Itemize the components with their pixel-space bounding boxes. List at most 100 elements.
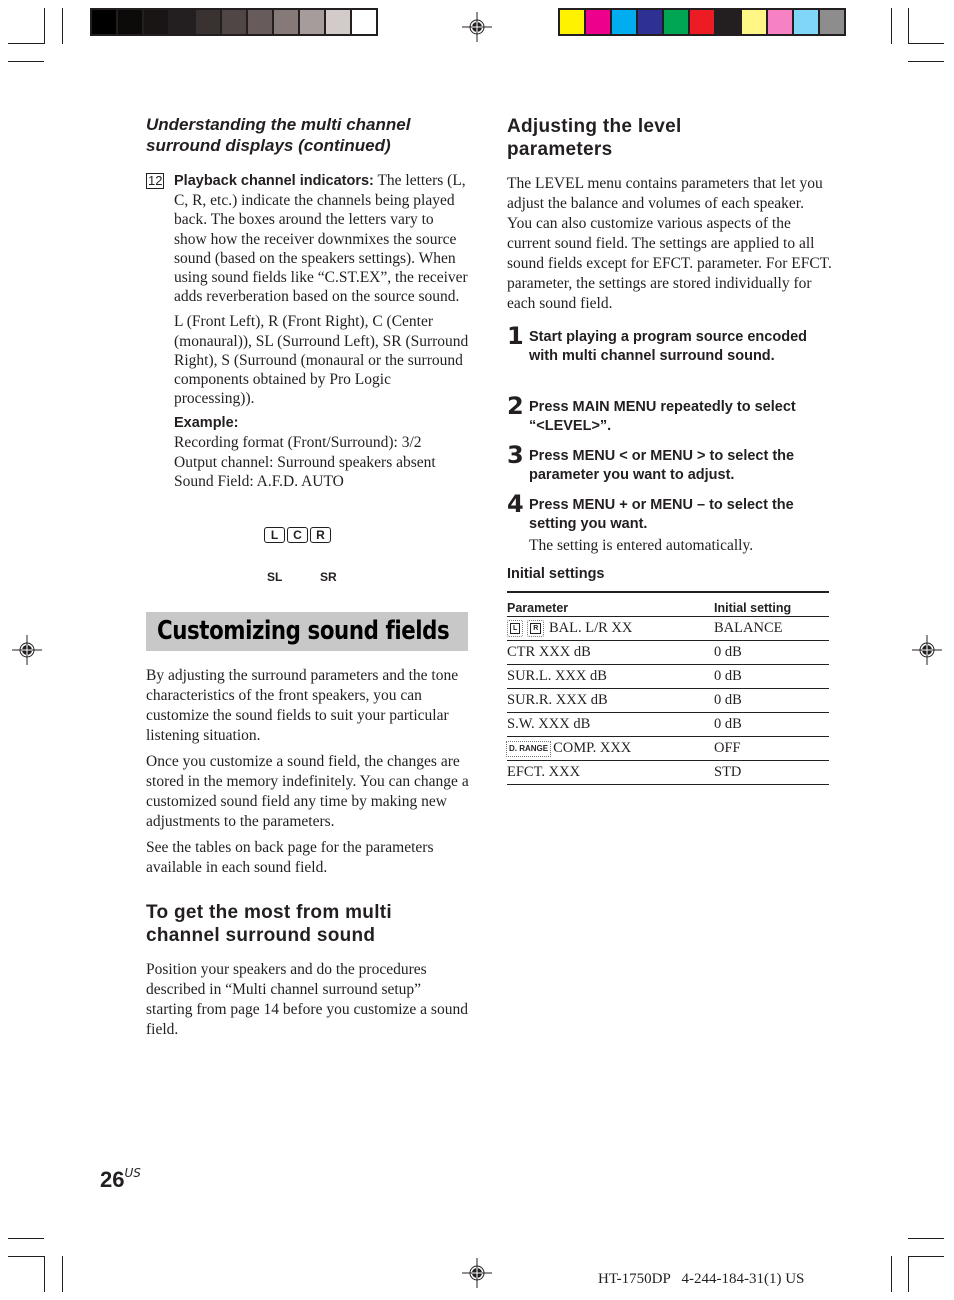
item-label: Playback channel indicators: [174,173,374,189]
crop-mark [908,1238,944,1239]
column-header: Parameter [507,591,714,617]
balance-right-indicator-icon: R [527,620,545,638]
paragraph: By adjusting the surround parameters and… [146,667,459,744]
channel-box-l: L [264,527,285,543]
page-number-value: 26 [100,1167,125,1192]
level-heading: Adjusting the level parameters [507,116,682,160]
color-swatch [664,10,688,34]
step-number: 1 [507,322,524,350]
parameter-name: BAL. L/R XX [548,620,633,636]
table-row: SUR.R. XXX dB 0 dB [507,688,829,713]
color-swatch [222,10,246,34]
registration-mark-icon [462,1258,492,1288]
crop-mark [8,1238,44,1239]
color-swatch [144,10,168,34]
table-row: LR BAL. L/R XX BALANCE [506,616,829,641]
color-swatch [92,10,116,34]
registration-mark-icon [912,635,942,665]
channel-label-sl: SL [267,570,283,584]
color-swatch [300,10,324,34]
example-line: Output channel: Surround speakers absent [174,453,436,471]
color-swatch [170,10,194,34]
setting-cell: 0 dB [714,712,829,737]
color-swatch [638,10,662,34]
item-12: 12 Playback channel indicators: The lett… [146,171,470,491]
crop-mark [8,43,44,44]
channel-box-c: C [287,527,308,543]
setting-cell: OFF [714,736,829,761]
parameter-cell: LR BAL. L/R XX [506,616,714,641]
channel-label-sr: SR [320,570,337,584]
crop-mark [8,1256,44,1257]
color-bar [558,8,846,36]
initial-settings-table: Parameter Initial setting LR BAL. L/R XX… [505,591,829,785]
parameter-cell: SUR.L. XXX dB [507,664,714,689]
item-description: The letters (L, C, R, etc.) indicate the… [174,172,468,306]
subsection-heading: To get the most from multi channel surro… [146,902,392,946]
parameter-cell: S.W. XXX dB [507,712,714,737]
registration-mark-icon [12,635,42,665]
color-swatch [352,10,376,34]
color-swatch [274,10,298,34]
balance-left-indicator-icon: L [506,620,524,638]
step-text: Press MAIN MENU repeatedly to select “<L… [529,399,796,434]
paragraph: Once you customize a sound field, the ch… [146,753,469,830]
crop-mark [908,8,909,44]
page-region-suffix: US [124,1166,141,1180]
step-number: 2 [507,392,524,420]
color-swatch [690,10,714,34]
crop-mark [908,43,944,44]
table-row: D. RANGE COMP. XXX OFF [505,736,829,761]
step-text: Press MENU + or MENU – to select the set… [529,497,794,532]
step-number: 3 [507,441,524,469]
table-row: S.W. XXX dB 0 dB [507,712,829,737]
crop-mark [62,8,63,44]
running-head: Understanding the multi channel surround… [146,115,411,155]
color-swatch [196,10,220,34]
color-swatch [326,10,350,34]
color-swatch [768,10,792,34]
step-text: Press MENU < or MENU > to select the par… [529,448,795,483]
parameter-name: COMP. XXX [553,740,632,756]
channel-display: LCR [264,526,333,544]
parameter-cell: EFCT. XXX [507,760,714,785]
crop-mark [8,61,44,62]
section-title: Customizing sound fields [157,616,450,646]
setting-cell: 0 dB [714,664,829,689]
color-swatch [742,10,766,34]
level-intro: The LEVEL menu contains parameters that … [507,175,832,312]
section-banner: Customizing sound fields [146,612,468,651]
step-text: Start playing a program source encoded w… [529,329,807,364]
registration-mark-icon [462,12,492,42]
color-swatch [716,10,740,34]
paragraph: See the tables on back page for the para… [146,839,434,876]
crop-mark [44,1256,45,1292]
setting-cell: STD [714,760,829,785]
setting-cell: 0 dB [714,688,829,713]
table-row: EFCT. XXX STD [507,760,829,785]
d-range-indicator-icon: D. RANGE [505,741,552,758]
color-swatch [560,10,584,34]
page-number: 26US [100,1166,141,1193]
item-number-badge: 12 [146,173,165,189]
channel-legend: L (Front Left), R (Front Right), C (Cent… [174,313,469,408]
example-line: Recording format (Front/Surround): 3/2 [174,434,422,452]
table-row: SUR.L. XXX dB 0 dB [507,664,829,689]
crop-mark [908,61,944,62]
parameter-cell: D. RANGE COMP. XXX [505,736,714,761]
table-title: Initial settings [507,566,605,582]
crop-mark [891,8,892,44]
crop-mark [908,1256,909,1292]
setting-cell: BALANCE [714,616,829,641]
channel-box-r: R [310,527,331,543]
example-line: Sound Field: A.F.D. AUTO [174,472,344,490]
subsection-text: Position your speakers and do the proced… [146,961,468,1038]
step-number: 4 [507,490,524,518]
parameter-cell: SUR.R. XXX dB [507,688,714,713]
parameter-cell: CTR XXX dB [507,640,714,665]
color-swatch [248,10,272,34]
table-row: CTR XXX dB 0 dB [507,640,829,665]
color-swatch [586,10,610,34]
setting-cell: 0 dB [714,640,829,665]
table-header-row: Parameter Initial setting [507,591,829,617]
